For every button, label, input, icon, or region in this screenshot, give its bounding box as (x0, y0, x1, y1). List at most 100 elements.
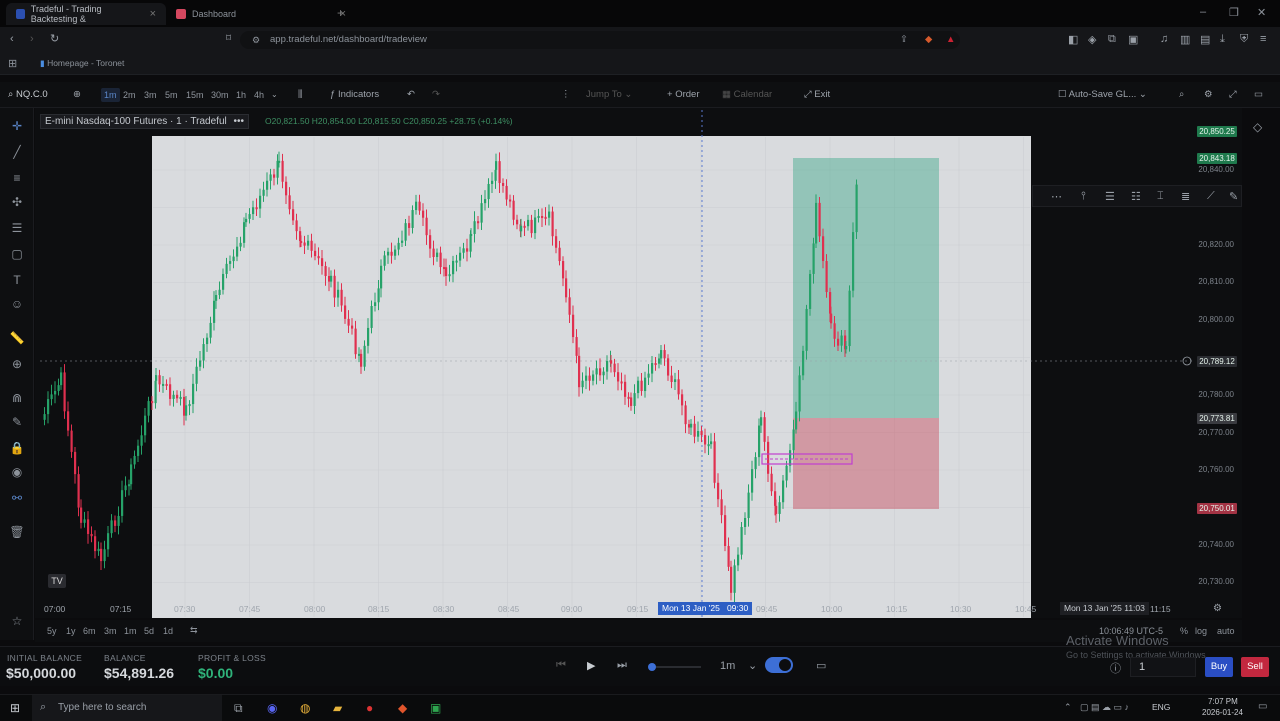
search-icon: ⌕ (40, 701, 47, 713)
log-toggle[interactable]: log (1195, 626, 1207, 636)
candle-down (640, 380, 643, 392)
time-tick-label: 10:45 (1015, 604, 1037, 614)
candle-down (704, 435, 707, 445)
quantity-input[interactable]: 1 (1130, 657, 1196, 677)
candle-up (370, 306, 373, 328)
notifications-icon[interactable]: ▭ (1258, 701, 1267, 712)
pnl-value: $0.00 (198, 665, 234, 681)
candle-up (140, 435, 143, 446)
range-icon[interactable]: ⌶ (1157, 190, 1164, 203)
candle-up (651, 363, 654, 374)
auto-toggle[interactable]: auto (1217, 626, 1235, 636)
brave-icon[interactable]: ◆ (398, 701, 407, 715)
speed-slider[interactable] (648, 663, 701, 671)
channel-icon[interactable]: ☷ (1131, 190, 1141, 203)
candle-down (310, 240, 313, 251)
candle-down (825, 261, 828, 293)
percent-toggle[interactable]: % (1180, 626, 1188, 636)
candle-down (562, 261, 565, 279)
candle-down (422, 210, 425, 218)
candle-up (480, 203, 483, 223)
play-icon[interactable]: ▶ (587, 659, 595, 672)
candle-up (592, 374, 595, 381)
candle-up (845, 346, 848, 350)
taskbar-time[interactable]: 7:07 PM (1208, 697, 1238, 706)
time-tick-label: 11:15 (1150, 604, 1171, 614)
candle-up (455, 260, 458, 263)
more-options-icon[interactable]: ••• (234, 116, 245, 127)
candle-up (47, 399, 50, 415)
layers-icon[interactable]: ◇ (1253, 120, 1262, 134)
screenshot-icon[interactable]: ▭ (816, 659, 826, 672)
candle-down (565, 278, 568, 298)
windows-start-icon[interactable]: ⊞ (10, 701, 20, 715)
candle-down (613, 363, 616, 373)
candle-up (707, 444, 710, 447)
candle-down (620, 381, 623, 384)
discord-icon[interactable]: ◉ (267, 701, 277, 715)
candle-down (360, 353, 363, 367)
line-tool-icon[interactable]: ⫯ (1081, 190, 1086, 203)
range-3m[interactable]: 3m (104, 626, 117, 636)
range-5y[interactable]: 5y (47, 626, 57, 636)
speed-slider-handle[interactable] (648, 663, 656, 671)
range-1d[interactable]: 1d (163, 626, 173, 636)
candle-down (418, 201, 421, 211)
toggle-knob (779, 659, 791, 671)
candle-up (473, 221, 476, 234)
replay-speed[interactable]: 1m (720, 660, 735, 672)
candle-down (523, 225, 526, 228)
speed-dropdown-icon[interactable]: ⌄ (748, 659, 757, 672)
taskbar-date[interactable]: 2026-01-24 (1202, 708, 1243, 717)
candle-up (236, 246, 239, 257)
candle-up (269, 174, 272, 181)
candle-down (568, 297, 571, 315)
candle-up (792, 429, 795, 451)
candle-down (677, 379, 680, 395)
candle-up (674, 379, 677, 382)
position-icon[interactable]: ☰ (1105, 190, 1115, 203)
tray-chevron-icon[interactable]: ⌃ (1064, 702, 1072, 713)
sell-button[interactable]: Sell (1241, 657, 1269, 677)
range-6m[interactable]: 6m (83, 626, 96, 636)
taskbar-search[interactable]: ⌕ Type here to search (32, 695, 222, 721)
file-explorer-icon[interactable]: ▰ (333, 701, 342, 715)
candle-down (169, 384, 172, 399)
range-1m[interactable]: 1m (124, 626, 137, 636)
lines-icon[interactable]: ≣ (1181, 190, 1190, 203)
candle-down (445, 267, 448, 277)
candle-up (606, 360, 609, 372)
candle-down (713, 441, 716, 483)
chart-legend[interactable]: E-mini Nasdaq-100 Futures · 1 · Tradeful… (40, 114, 250, 129)
candle-down (477, 221, 480, 224)
time-tick-label: 10:00 (821, 604, 843, 614)
candle-down (300, 241, 303, 244)
candle-up (758, 425, 761, 458)
candle-up (785, 465, 788, 481)
candle-down (654, 363, 657, 366)
range-1y[interactable]: 1y (66, 626, 76, 636)
obs-icon[interactable]: ● (366, 701, 373, 715)
chrome-icon[interactable]: ◍ (300, 701, 310, 715)
candle-up (137, 445, 140, 456)
candle-down (273, 174, 276, 178)
buy-button[interactable]: Buy (1205, 657, 1233, 677)
ray-icon[interactable]: ⟋ (1207, 190, 1215, 203)
task-view-icon[interactable]: ⧉ (234, 701, 243, 716)
pen-icon[interactable]: ✎ (1229, 190, 1238, 203)
axis-settings-icon[interactable]: ⚙ (1213, 603, 1222, 614)
crosshair-time-badge: Mon 13 Jan '25 09:30 (658, 602, 753, 615)
excel-icon[interactable]: ▣ (430, 701, 441, 715)
language-indicator[interactable]: ENG (1152, 702, 1170, 712)
range-5d[interactable]: 5d (144, 626, 154, 636)
step-forward-icon[interactable]: ⏭ (617, 659, 627, 672)
info-icon[interactable]: ⓘ (1110, 660, 1121, 676)
step-back-icon[interactable]: ⏮ (556, 659, 566, 672)
tray-icons[interactable]: ▢ ▤ ☁ ▭ ♪ (1080, 702, 1129, 713)
drag-icon[interactable]: ⋯ (1051, 190, 1062, 203)
time-tick-label: 08:30 (433, 604, 455, 614)
goto-date-icon[interactable]: ⇆ (190, 625, 198, 636)
candle-up (527, 219, 530, 227)
candle-up (50, 394, 53, 400)
replay-toggle[interactable] (765, 657, 793, 673)
